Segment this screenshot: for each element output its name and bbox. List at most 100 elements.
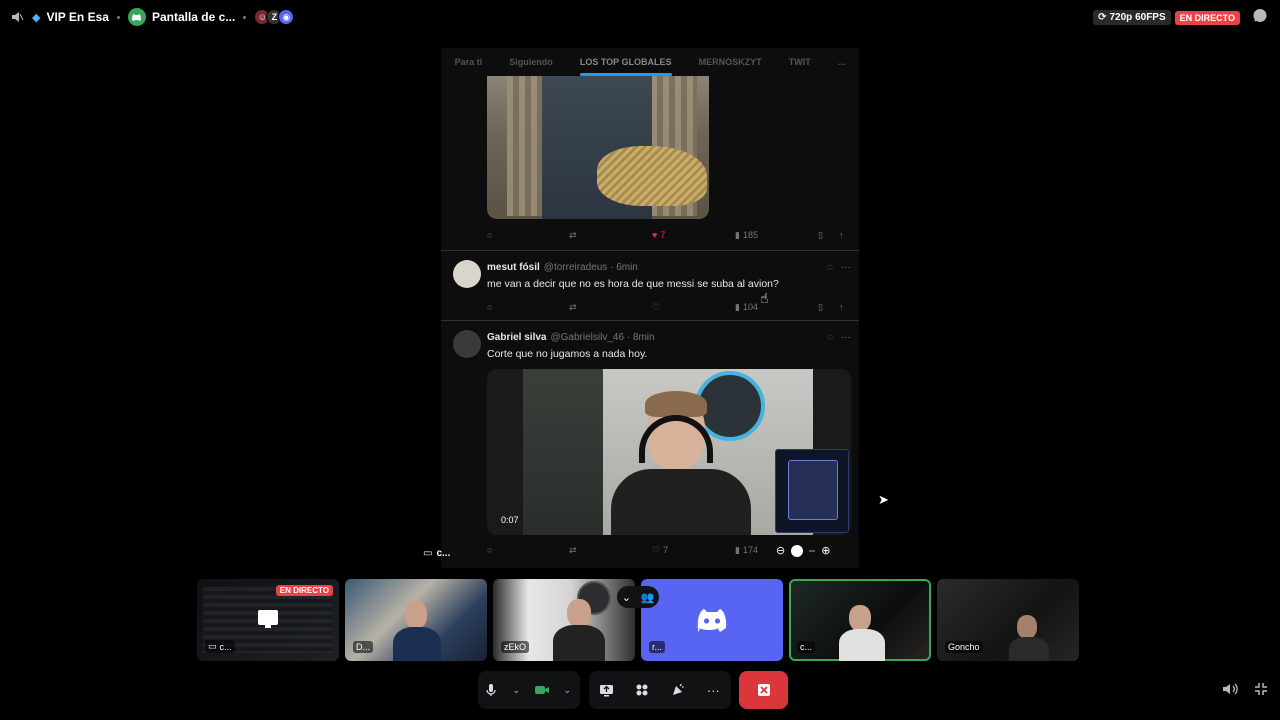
media-controls: ⌄ ⌄ xyxy=(478,671,580,709)
grok-icon[interactable]: ◌ xyxy=(827,332,833,343)
server-link[interactable]: ◆ VIP En Esa xyxy=(32,10,109,24)
grok-icon[interactable]: ◌ xyxy=(827,262,833,273)
bar-chart-icon: ▮ xyxy=(735,301,740,312)
top-bar: ◆ VIP En Esa Pantalla de c... ☺ Z ◉ ⟳ 72… xyxy=(0,0,1280,34)
tab: Siguiendo xyxy=(509,57,553,67)
retweet-icon[interactable]: ⇄ xyxy=(569,302,577,313)
viewer-avatars[interactable]: ☺ Z ◉ xyxy=(254,9,295,25)
retweet-icon[interactable]: ⇄ xyxy=(569,230,577,241)
chevron-down-icon[interactable]: ⌄ xyxy=(622,591,631,604)
participant-name: c... xyxy=(797,641,816,653)
live-badge: EN DIRECTO xyxy=(1174,10,1240,25)
live-badge: EN DIRECTO xyxy=(275,585,333,596)
participant-tile[interactable]: r... xyxy=(641,579,783,661)
stream-quality-icon: ⟳ xyxy=(1098,12,1107,23)
disconnect-button[interactable] xyxy=(739,671,788,709)
soundboard-icon xyxy=(673,683,684,695)
view-count: 174 xyxy=(742,545,758,555)
tab: Para ti xyxy=(454,57,483,67)
reply-icon[interactable]: ○ xyxy=(487,230,492,240)
participant-tile[interactable]: zEkO xyxy=(493,579,635,661)
participant-tile-speaking[interactable]: c... xyxy=(789,579,931,661)
video-person xyxy=(597,391,751,535)
tweet-menu[interactable]: ◌ ··· xyxy=(827,332,851,343)
more-icon[interactable]: ··· xyxy=(841,332,851,343)
bookmark-icon[interactable]: ▯ xyxy=(818,230,823,241)
soundboard-button[interactable] xyxy=(668,680,688,700)
video-pip xyxy=(775,449,849,533)
separator xyxy=(116,15,120,19)
channel-link[interactable]: Pantalla de c... xyxy=(127,8,235,26)
camera-icon xyxy=(534,686,549,694)
avatar: ◉ xyxy=(278,9,295,25)
like-button[interactable]: ♡ 7 xyxy=(652,545,668,556)
chat-icon[interactable] xyxy=(1252,8,1268,27)
participant-tile[interactable]: D... xyxy=(345,579,487,661)
views-button[interactable]: ▮ 185 xyxy=(735,230,758,241)
like-button[interactable]: ♥ 7 xyxy=(652,230,665,240)
tweet[interactable]: mesut fósil @torreiradeus · 6min ◌ ··· m… xyxy=(441,250,859,320)
server-name: VIP En Esa xyxy=(46,10,109,24)
views-button[interactable]: ▮ 104 xyxy=(735,302,758,313)
view-count: 104 xyxy=(742,302,758,312)
author-name[interactable]: Gabriel silva xyxy=(487,332,546,343)
tweet-menu[interactable]: ◌ ··· xyxy=(827,262,851,273)
views-button[interactable]: ▮ 174 xyxy=(735,545,758,556)
author-handle: @Gabrielsilv_46 · 8min xyxy=(550,332,655,343)
twitter-tab-strip: Para ti Siguiendo LOS TOP GLOBALES MERNO… xyxy=(441,48,859,76)
retweet-icon[interactable]: ⇄ xyxy=(569,545,577,556)
avatar[interactable] xyxy=(453,260,481,288)
bookmark-icon[interactable]: ▯ xyxy=(818,302,823,313)
tweet-text: me van a decir que no es hora de que mes… xyxy=(487,278,779,290)
zoom-control[interactable]: ⊖ ⊕ xyxy=(776,544,830,557)
discord-icon xyxy=(127,8,146,26)
separator xyxy=(243,15,247,19)
heart-icon: ♥ xyxy=(652,230,658,240)
heart-icon[interactable]: ♡ xyxy=(652,302,660,313)
discord-logo-icon xyxy=(696,609,727,632)
activities-button[interactable] xyxy=(632,680,652,700)
participant-tile[interactable]: EN DIRECTO ▭ c... xyxy=(197,579,339,661)
volume-icon[interactable] xyxy=(1222,682,1238,699)
zoom-in-icon[interactable]: ⊕ xyxy=(821,544,830,557)
leave-call-icon xyxy=(757,684,770,696)
zoom-out-icon[interactable]: ⊖ xyxy=(776,544,785,557)
tweet-video[interactable]: 0:07 xyxy=(487,369,851,535)
shared-screen[interactable]: Para ti Siguiendo LOS TOP GLOBALES MERNO… xyxy=(441,48,859,568)
more-icon: ··· xyxy=(706,682,720,698)
chevron-down-icon[interactable]: ⌄ xyxy=(557,680,577,700)
chevron-down-icon[interactable]: ⌄ xyxy=(506,680,526,700)
exit-fullscreen-icon[interactable] xyxy=(1254,682,1268,699)
microphone-button[interactable] xyxy=(481,680,501,700)
like-count: 7 xyxy=(660,230,666,240)
zoom-slider-knob[interactable] xyxy=(791,544,804,557)
tweet-header: Gabriel silva @Gabrielsilv_46 · 8min xyxy=(487,332,655,343)
add-people-icon[interactable]: 👥 xyxy=(641,591,655,604)
screen-share-button[interactable] xyxy=(597,680,617,700)
heart-icon: ♡ xyxy=(652,544,661,555)
reply-icon[interactable]: ○ xyxy=(487,302,492,312)
screen-share-icon xyxy=(600,684,614,696)
reply-icon[interactable]: ○ xyxy=(487,545,492,555)
sound-icon[interactable] xyxy=(10,10,24,24)
pointer-cursor-icon: ➤ xyxy=(878,492,889,507)
zoom-slider-track[interactable] xyxy=(809,549,816,552)
author-name[interactable]: mesut fósil xyxy=(487,262,540,273)
participant-tile[interactable]: Goncho xyxy=(937,579,1079,661)
call-controls: ··· xyxy=(589,671,731,709)
share-icon[interactable]: ↑ xyxy=(839,302,844,312)
more-icon[interactable]: ··· xyxy=(841,262,851,273)
view-count: 185 xyxy=(742,230,758,240)
screen-share-icon xyxy=(258,610,278,628)
more-options-button[interactable]: ··· xyxy=(703,680,723,700)
avatar[interactable] xyxy=(453,330,481,358)
video-timestamp: 0:07 xyxy=(501,515,519,525)
presenter-name: c... xyxy=(436,548,451,559)
tile-options-pill[interactable]: ⌄ 👥 xyxy=(617,586,659,608)
participant-name: zEkO xyxy=(501,641,530,653)
camera-button[interactable] xyxy=(532,680,552,700)
bar-chart-icon: ▮ xyxy=(735,229,740,240)
post-image xyxy=(487,76,709,219)
participant-name: ▭ c... xyxy=(205,640,235,653)
share-icon[interactable]: ↑ xyxy=(839,230,844,240)
